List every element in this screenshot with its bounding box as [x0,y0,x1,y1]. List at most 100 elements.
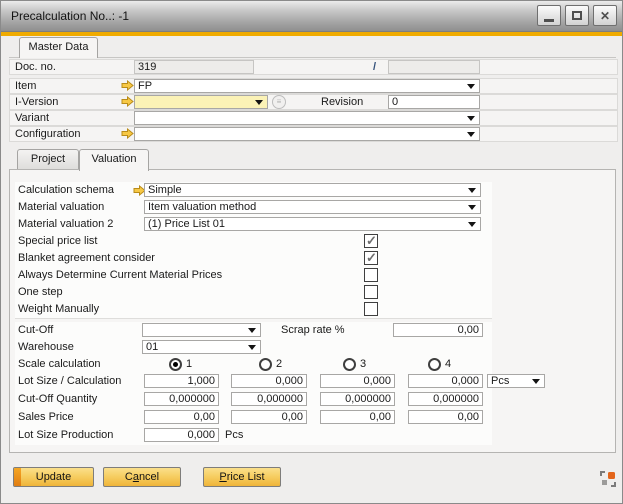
row-lot-size-calculation: Lot Size / Calculation Pcs [15,373,492,392]
scale-calculation-label: Scale calculation [18,358,101,371]
lot-size-input-4[interactable] [408,374,483,388]
dropdown-arrow-icon [255,100,263,105]
tab-project[interactable]: Project [17,149,79,170]
material-valuation-value: Item valuation method [148,202,256,213]
price-list-button[interactable]: Price List [203,467,281,487]
doc-no-secondary-input[interactable] [388,60,480,74]
tab-master-data[interactable]: Master Data [19,37,98,58]
link-arrow-icon[interactable] [121,96,134,107]
material-valuation-2-value: (1) Price List 01 [148,219,225,230]
row-weight-manually: Weight Manually ✓ [15,301,492,319]
sales-price-input-1[interactable] [144,410,219,424]
version-list-button[interactable]: ≡ [272,95,286,109]
tab-master-data-label: Master Data [29,41,89,53]
list-icon: ≡ [277,97,282,106]
tab-strip-divider [9,57,616,58]
cut-off-qty-input-4[interactable] [408,392,483,406]
cut-off-combo[interactable] [142,323,261,337]
lot-size-input-2[interactable] [231,374,307,388]
material-valuation-combo[interactable]: Item valuation method [144,200,481,214]
cancel-button[interactable]: Cancel [103,467,181,487]
lot-size-production-label: Lot Size Production [18,429,113,442]
dropdown-arrow-icon [532,379,540,384]
row-lot-size-production: Lot Size Production Pcs [15,427,492,445]
price-list-button-label: Price List [219,471,264,483]
cut-off-qty-input-3[interactable] [320,392,395,406]
warehouse-value: 01 [146,342,158,353]
scale-radio-4[interactable] [428,358,441,371]
sales-price-input-2[interactable] [231,410,307,424]
update-button[interactable]: Update [13,467,94,487]
lot-size-input-3[interactable] [320,374,395,388]
dropdown-arrow-icon [467,132,475,137]
scale-radio-2-label: 2 [276,358,282,371]
link-arrow-icon[interactable] [121,128,134,139]
precalculation-window: Precalculation No..: -1 ✕ Master Data Do… [0,0,623,504]
scale-radio-3[interactable] [343,358,356,371]
weight-manually-checkbox[interactable]: ✓ [364,302,378,316]
scrap-rate-input[interactable] [393,323,483,337]
dropdown-arrow-icon [467,116,475,121]
calculation-schema-combo[interactable]: Simple [144,183,481,197]
dropdown-arrow-icon [248,345,256,350]
scale-radio-1-label: 1 [186,358,192,371]
minimize-button[interactable] [537,5,561,26]
close-button[interactable]: ✕ [593,5,617,26]
maximize-button[interactable] [565,5,589,26]
scrap-rate-label: Scrap rate % [281,324,345,337]
row-cut-off-quantity: Cut-Off Quantity [15,391,492,410]
resize-grip-icon[interactable] [600,471,616,487]
link-arrow-icon[interactable] [121,80,134,91]
cut-off-qty-input-1[interactable] [144,392,219,406]
row-one-step: One step ✓ [15,284,492,302]
one-step-label: One step [18,286,63,299]
revision-input[interactable] [388,95,480,109]
tab-valuation[interactable]: Valuation [79,149,149,171]
i-version-combo[interactable] [134,95,268,109]
update-button-label: Update [36,471,71,483]
sales-price-input-4[interactable] [408,410,483,424]
sales-price-input-3[interactable] [320,410,395,424]
lot-size-input-1[interactable] [144,374,219,388]
accent-bar [1,32,622,36]
row-sales-price: Sales Price [15,409,492,428]
warehouse-combo[interactable]: 01 [142,340,261,354]
titlebar[interactable]: Precalculation No..: -1 ✕ [1,1,622,32]
variant-combo[interactable] [134,111,480,125]
always-determine-prices-checkbox[interactable]: ✓ [364,268,378,282]
row-i-version: I-Version ≡ Revision [9,94,618,110]
row-cut-off: Cut-Off Scrap rate % [15,322,492,340]
blanket-agreement-checkbox[interactable]: ✓ [364,251,378,265]
calculation-schema-value: Simple [148,185,182,196]
row-scale-calculation: Scale calculation 1 2 3 4 [15,356,492,374]
row-special-price-list: Special price list ✓ [15,233,492,251]
weight-manually-label: Weight Manually [18,303,99,316]
material-valuation-2-combo[interactable]: (1) Price List 01 [144,217,481,231]
calculation-schema-label: Calculation schema [18,184,114,197]
lot-size-production-input[interactable] [144,428,219,442]
unit-combo[interactable]: Pcs [487,374,545,388]
tab-project-label: Project [31,153,65,165]
window-title: Precalculation No..: -1 [11,9,129,23]
doc-no-input[interactable] [134,60,254,74]
row-material-valuation-2: Material valuation 2 (1) Price List 01 [15,216,492,234]
item-combo[interactable]: FP [134,79,480,93]
scale-radio-2[interactable] [259,358,272,371]
row-always-determine-prices: Always Determine Current Material Prices… [15,267,492,285]
check-icon: ✓ [366,233,377,249]
row-configuration: Configuration [9,126,618,142]
row-warehouse: Warehouse 01 [15,339,492,357]
check-icon: ✓ [366,250,377,266]
item-value: FP [138,81,152,92]
cut-off-label: Cut-Off [18,324,53,337]
dropdown-arrow-icon [468,188,476,193]
configuration-combo[interactable] [134,127,480,141]
tab-valuation-label: Valuation [91,153,136,165]
dropdown-arrow-icon [467,84,475,89]
one-step-checkbox[interactable]: ✓ [364,285,378,299]
scale-radio-1[interactable] [169,358,182,371]
sales-price-label: Sales Price [18,411,74,424]
lot-size-production-unit: Pcs [225,429,243,441]
cut-off-qty-input-2[interactable] [231,392,307,406]
special-price-list-checkbox[interactable]: ✓ [364,234,378,248]
